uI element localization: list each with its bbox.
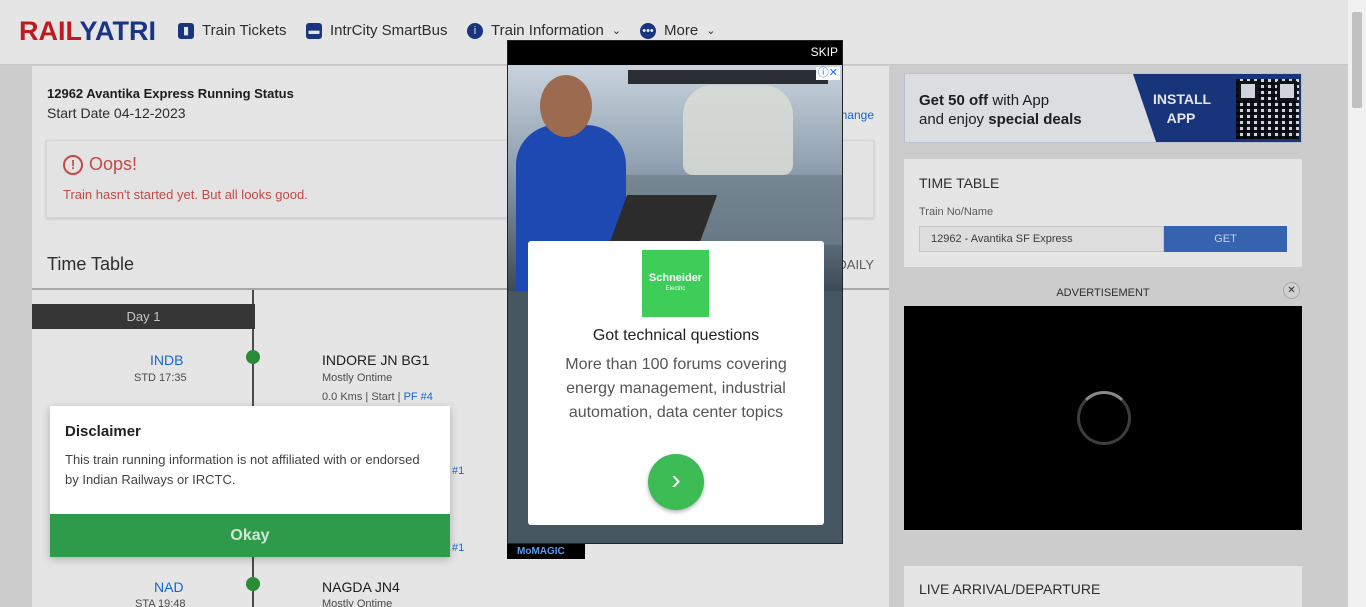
disclaimer-dialog: Disclaimer This train running informatio…: [50, 406, 450, 557]
scrollbar[interactable]: [1348, 0, 1366, 607]
okay-button[interactable]: Okay: [50, 514, 450, 557]
chevron-right-icon[interactable]: ›: [648, 454, 704, 510]
skip-button[interactable]: SKIP: [811, 45, 838, 59]
schneider-logo: Schneider Electric: [642, 250, 709, 317]
ad-body: More than 100 forums covering energy man…: [565, 356, 787, 421]
ad-headline: Got technical questions: [592, 327, 760, 344]
scrollbar-thumb[interactable]: [1352, 12, 1362, 108]
ad-network-logo: MoMAGIC: [507, 544, 585, 559]
ad-card[interactable]: Schneider Electric Got technical questio…: [528, 241, 824, 525]
disclaimer-title: Disclaimer: [65, 423, 141, 440]
interstitial-ad: SKIP ⓘ✕ Schneider Electric Got technical…: [507, 40, 843, 544]
adchoices-icon[interactable]: ⓘ✕: [815, 67, 840, 80]
ad-topbar: SKIP: [508, 41, 842, 65]
disclaimer-text: This train running information is not af…: [65, 452, 420, 487]
